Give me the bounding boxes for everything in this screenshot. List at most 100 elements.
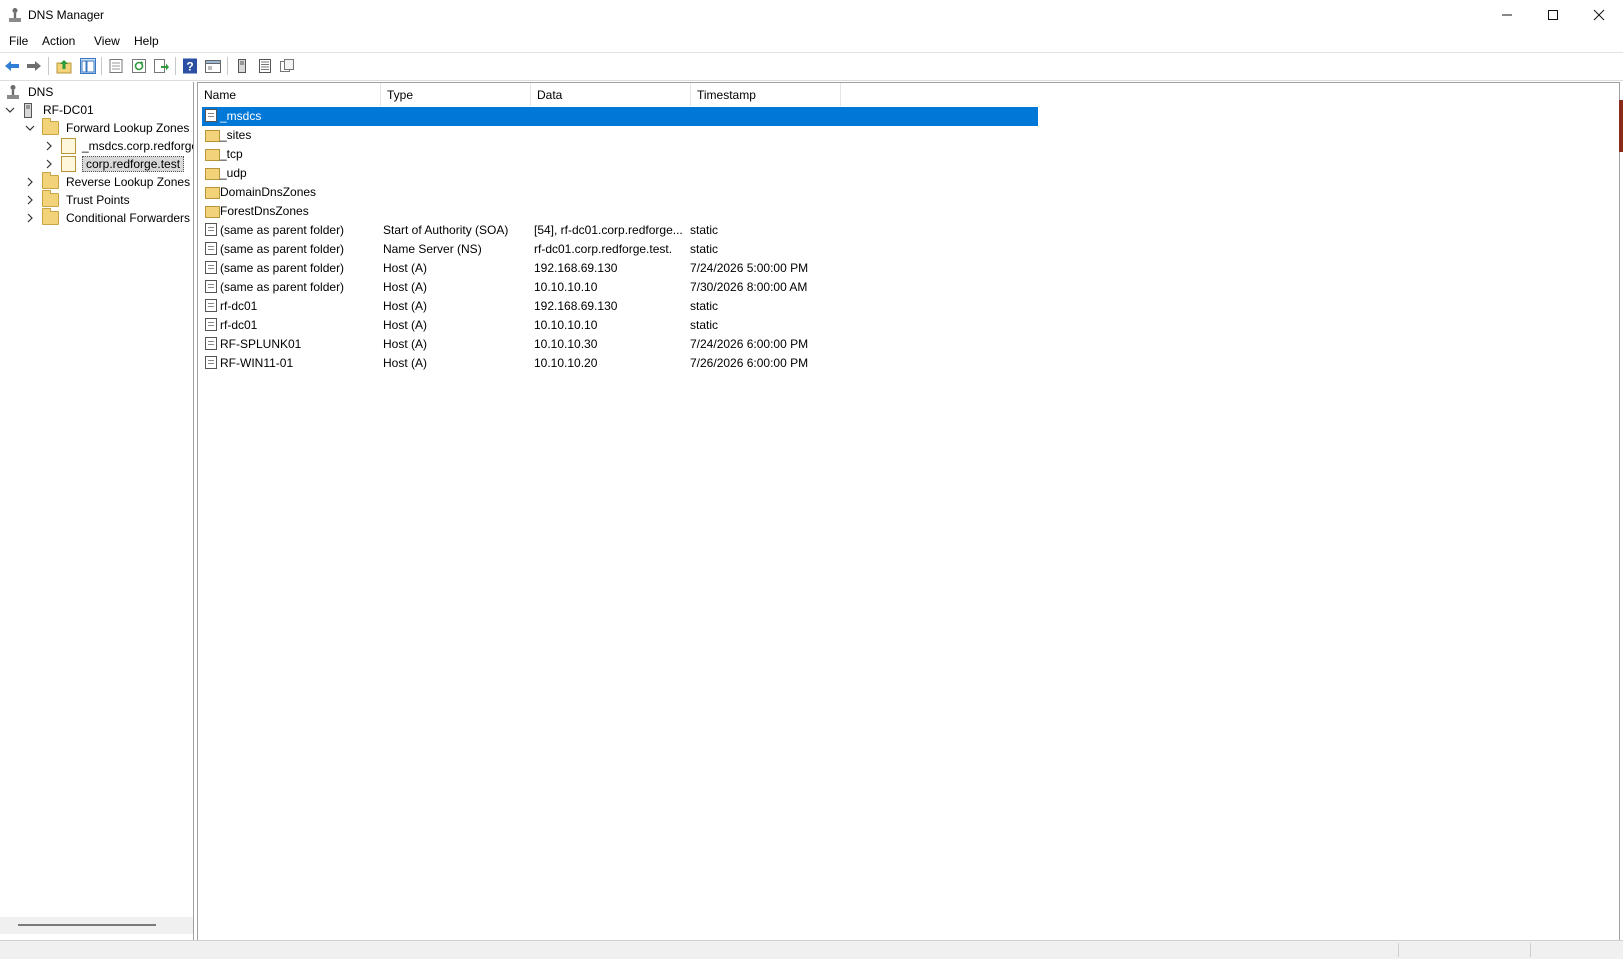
chevron-right-icon[interactable] bbox=[24, 176, 36, 188]
column-header-name[interactable]: Name bbox=[198, 83, 381, 106]
table-row[interactable]: _sites bbox=[202, 126, 1038, 145]
tree-label: Conditional Forwarders bbox=[66, 211, 191, 225]
cell-timestamp: 7/24/2026 6:00:00 PM bbox=[690, 337, 809, 351]
tree-scrollbar-thumb[interactable] bbox=[18, 924, 156, 926]
tree-item-conditional-forwarders[interactable]: Conditional Forwarders bbox=[24, 208, 191, 227]
table-row[interactable]: _tcp bbox=[202, 145, 1038, 164]
table-row[interactable]: DomainDnsZones bbox=[202, 183, 1038, 202]
filter-icon[interactable] bbox=[279, 58, 295, 74]
tree-label: Forward Lookup Zones bbox=[66, 121, 190, 135]
zone-icon bbox=[61, 156, 76, 172]
table-row[interactable]: _msdcs bbox=[202, 107, 1038, 126]
record-icon bbox=[205, 356, 219, 371]
cell-name: _sites bbox=[220, 128, 252, 142]
cell-data: [54], rf-dc01.corp.redforge... bbox=[534, 223, 683, 237]
tree-item-dns[interactable]: DNS bbox=[6, 83, 53, 101]
tree-label: Trust Points bbox=[66, 193, 130, 207]
close-button[interactable] bbox=[1576, 0, 1622, 30]
cell-name: _udp bbox=[220, 166, 247, 180]
folder-icon bbox=[42, 190, 59, 207]
menu-view[interactable]: View bbox=[94, 34, 120, 48]
toolbar-separator bbox=[101, 57, 102, 75]
toolbar-separator bbox=[175, 57, 176, 75]
cell-timestamp: static bbox=[690, 223, 719, 237]
tree-item-trust-points[interactable]: Trust Points bbox=[24, 190, 130, 209]
cell-data: rf-dc01.corp.redforge.test. bbox=[534, 242, 673, 256]
table-row[interactable]: _udp bbox=[202, 164, 1038, 183]
menu-action[interactable]: Action bbox=[42, 34, 75, 48]
folder-icon bbox=[42, 118, 59, 135]
tree-item-server[interactable]: RF-DC01 bbox=[4, 101, 94, 119]
mmc-view-icon[interactable] bbox=[205, 58, 221, 74]
cell-name: rf-dc01 bbox=[220, 299, 258, 313]
chevron-down-icon[interactable] bbox=[4, 104, 16, 116]
help-icon[interactable]: ? bbox=[182, 58, 198, 74]
export-list-icon[interactable] bbox=[153, 58, 169, 74]
folder-icon bbox=[42, 208, 59, 225]
tree-item-forward-lookup-zones[interactable]: Forward Lookup Zones bbox=[24, 118, 190, 137]
tree-item-reverse-lookup-zones[interactable]: Reverse Lookup Zones bbox=[24, 172, 191, 191]
list-icon[interactable] bbox=[257, 58, 273, 74]
tree-label: corp.redforge.test bbox=[82, 156, 185, 172]
record-icon bbox=[205, 318, 219, 333]
title-bar: DNS Manager bbox=[0, 0, 1623, 30]
cell-data: 10.10.10.30 bbox=[534, 337, 598, 351]
dns-root-icon bbox=[7, 85, 19, 99]
table-row[interactable]: (same as parent folder) Name Server (NS) r… bbox=[202, 240, 1038, 259]
back-icon[interactable] bbox=[4, 58, 20, 74]
table-row[interactable]: (same as parent folder) Host (A) 10.10.10.… bbox=[202, 278, 1038, 297]
status-divider bbox=[1398, 943, 1399, 957]
server-icon[interactable] bbox=[234, 58, 250, 74]
maximize-icon bbox=[1548, 10, 1558, 20]
minimize-button[interactable] bbox=[1484, 0, 1530, 30]
folder-icon bbox=[205, 185, 220, 200]
folder-icon bbox=[205, 147, 220, 162]
tree-item-zone-msdcs[interactable]: _msdcs.corp.redforge.test bbox=[43, 137, 193, 155]
record-icon bbox=[205, 242, 219, 257]
properties-icon[interactable] bbox=[108, 58, 124, 74]
table-row[interactable]: rf-dc01 Host (A) 192.168.69.130 static bbox=[202, 297, 1038, 316]
column-header-type[interactable]: Type bbox=[381, 83, 531, 106]
cell-name: ForestDnsZones bbox=[220, 204, 309, 218]
cell-type: Host (A) bbox=[383, 337, 428, 351]
cell-timestamp: 7/24/2026 5:00:00 PM bbox=[690, 261, 809, 275]
cell-timestamp: static bbox=[690, 318, 719, 332]
menu-bar: File Action View Help bbox=[0, 30, 1623, 53]
chevron-right-icon[interactable] bbox=[43, 140, 55, 152]
cell-timestamp: 7/30/2026 8:00:00 AM bbox=[690, 280, 808, 294]
table-row[interactable]: (same as parent folder) Host (A) 192.168.6… bbox=[202, 259, 1038, 278]
chevron-down-icon[interactable] bbox=[24, 122, 36, 134]
maximize-button[interactable] bbox=[1530, 0, 1576, 30]
table-row[interactable]: (same as parent folder) Start of Authorit… bbox=[202, 221, 1038, 240]
up-folder-icon[interactable] bbox=[56, 58, 72, 74]
table-row[interactable]: rf-dc01 Host (A) 10.10.10.10 static bbox=[202, 316, 1038, 335]
chevron-right-icon[interactable] bbox=[24, 194, 36, 206]
svg-text:?: ? bbox=[186, 60, 193, 74]
table-row[interactable]: RF-WIN11-01 Host (A) 10.10.10.20 7/26/2026 … bbox=[202, 354, 1038, 373]
tree-item-zone-corp[interactable]: corp.redforge.test bbox=[43, 155, 185, 173]
table-row[interactable]: ForestDnsZones bbox=[202, 202, 1038, 221]
table-row[interactable]: RF-SPLUNK01 Host (A) 10.10.10.30 7/24/2026 … bbox=[202, 335, 1038, 354]
menu-file[interactable]: File bbox=[9, 34, 28, 48]
tree-label: DNS bbox=[28, 85, 54, 99]
refresh-icon[interactable] bbox=[131, 58, 147, 74]
cell-type: Host (A) bbox=[383, 356, 428, 370]
cell-type: Start of Authority (SOA) bbox=[383, 223, 509, 237]
cell-data: 10.10.10.10 bbox=[534, 318, 598, 332]
record-icon bbox=[205, 261, 219, 276]
server-icon bbox=[24, 102, 32, 118]
show-hide-console-tree-icon[interactable] bbox=[80, 58, 96, 74]
forward-icon[interactable] bbox=[26, 58, 42, 74]
tree-label: Reverse Lookup Zones bbox=[66, 175, 191, 189]
chevron-right-icon[interactable] bbox=[43, 158, 55, 170]
cell-name: RF-SPLUNK01 bbox=[220, 337, 302, 351]
record-icon bbox=[205, 337, 219, 352]
cell-type: Name Server (NS) bbox=[383, 242, 482, 256]
dns-manager-app-icon bbox=[9, 8, 21, 22]
cell-timestamp: 7/26/2026 6:00:00 PM bbox=[690, 356, 809, 370]
column-header-data[interactable]: Data bbox=[531, 83, 691, 106]
column-header-timestamp[interactable]: Timestamp bbox=[691, 83, 841, 106]
menu-help[interactable]: Help bbox=[134, 34, 159, 48]
record-icon bbox=[205, 280, 219, 295]
chevron-right-icon[interactable] bbox=[24, 212, 36, 224]
